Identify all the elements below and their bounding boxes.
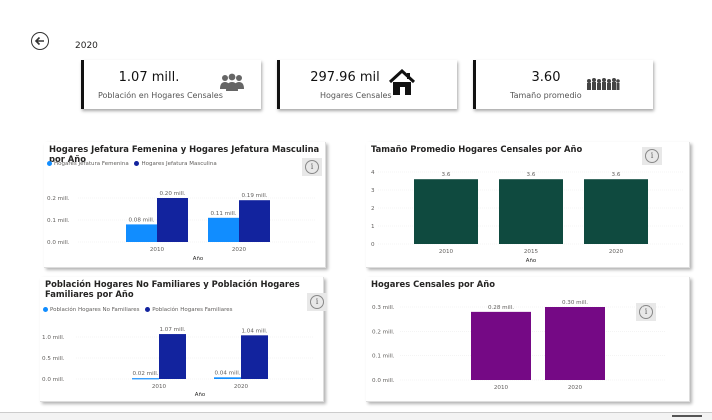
bar-chart: 0.0 mill. 0.1 mill. 0.2 mill. 0.3 mill. 0.28… xyxy=(372,300,666,391)
people-group-icon xyxy=(220,73,244,91)
year-filter: 2020 xyxy=(75,41,98,51)
y-tick-label: 2 xyxy=(371,206,375,212)
data-label: 0.19 mill. xyxy=(241,193,267,199)
data-label: 0.30 mill. xyxy=(562,300,588,306)
chart-card-poblacion: Población Hogares No Familiares y Poblac… xyxy=(40,277,327,402)
horizontal-scrollbar[interactable] xyxy=(0,412,712,420)
bar xyxy=(414,179,478,244)
x-tick-label: 2020 xyxy=(609,249,624,255)
bar xyxy=(471,311,531,380)
bar xyxy=(584,179,648,244)
y-tick-label: 3 xyxy=(371,188,375,194)
kpi-label: Hogares Censales xyxy=(320,91,392,100)
kpi-value: 1.07 mill. xyxy=(118,70,180,85)
kpi-label: Tamaño promedio xyxy=(510,91,582,100)
x-axis-title: Año xyxy=(195,392,205,398)
bar xyxy=(239,200,270,242)
y-tick-label: 0.2 mill. xyxy=(372,329,395,335)
x-tick-label: 2020 xyxy=(234,384,249,390)
y-tick-label: 0.0 mill. xyxy=(372,378,395,384)
x-tick-label: 2010 xyxy=(494,385,509,391)
chart-card-jefatura: Hogares Jefatura Femenina y Hogares Jefa… xyxy=(44,142,326,268)
data-label: 0.20 mill. xyxy=(159,191,185,197)
kpi-card-hogares: 297.96 mil Hogares Censales xyxy=(277,60,457,109)
data-label: 1.04 mill. xyxy=(241,328,267,334)
x-axis-title: Año xyxy=(526,258,536,264)
y-tick-label: 0 xyxy=(371,242,375,248)
chart-card-tamano: Tamaño Promedio Hogares Censales por Año… xyxy=(366,142,690,268)
arrow-left-icon xyxy=(34,36,44,46)
back-button[interactable] xyxy=(31,32,49,50)
y-tick-label: 0.5 mill. xyxy=(42,356,65,362)
x-axis-title: Año xyxy=(193,256,203,262)
y-tick-label: 0.1 mill. xyxy=(372,354,395,360)
y-tick-label: 1 xyxy=(371,224,375,230)
x-tick-label: 2020 xyxy=(232,247,247,253)
data-label: 3.6 xyxy=(612,172,621,178)
bar-chart: 0.0 mill. 0.1 mill. 0.2 mill. 0.08 mill. 0.2… xyxy=(47,191,316,262)
bar-chart: 0 1 2 3 4 3.6 2010 3.6 2015 3.6 2020 Año xyxy=(371,170,684,264)
data-label: 0.08 mill. xyxy=(128,217,154,223)
x-tick-label: 2020 xyxy=(568,385,583,391)
bar xyxy=(499,179,563,244)
data-label: 1.07 mill. xyxy=(159,327,185,333)
chart-card-hogares: Hogares Censales por Año i 0.0 mill. 0.1 … xyxy=(366,277,690,402)
house-icon xyxy=(388,69,416,95)
bar-chart: 0.0 mill. 0.5 mill. 1.0 mill. 0.02 mill. 1.0… xyxy=(42,327,314,398)
scroll-thumb[interactable] xyxy=(672,415,702,417)
data-label: 0.11 mill. xyxy=(210,211,236,217)
data-label: 3.6 xyxy=(442,172,451,178)
y-tick-label: 4 xyxy=(371,170,375,176)
data-label: 0.04 mill. xyxy=(214,370,240,376)
bar xyxy=(159,334,186,379)
y-tick-label: 1.0 mill. xyxy=(42,335,65,341)
y-tick-label: 0.1 mill. xyxy=(47,218,70,224)
bar xyxy=(545,307,605,380)
y-tick-label: 0.0 mill. xyxy=(42,377,65,383)
data-label: 0.02 mill. xyxy=(132,371,158,377)
crowd-icon xyxy=(587,78,620,90)
y-tick-label: 0.2 mill. xyxy=(47,196,70,202)
x-tick-label: 2010 xyxy=(152,384,167,390)
data-label: 0.28 mill. xyxy=(488,305,514,311)
bar xyxy=(241,335,268,379)
bar xyxy=(214,377,241,379)
y-tick-label: 0.0 mill. xyxy=(47,240,70,246)
kpi-card-tamano: 3.60 Tamaño promedio xyxy=(473,60,653,109)
kpi-label: Población en Hogares Censales xyxy=(98,91,223,100)
bar xyxy=(157,198,188,242)
data-label: 3.6 xyxy=(527,172,536,178)
y-tick-label: 0.3 mill. xyxy=(372,305,395,311)
bar xyxy=(132,378,159,380)
bar xyxy=(208,217,239,242)
bar xyxy=(126,224,157,242)
kpi-card-poblacion: 1.07 mill. Población en Hogares Censales xyxy=(81,60,261,109)
x-tick-label: 2015 xyxy=(524,249,539,255)
x-tick-label: 2010 xyxy=(439,249,454,255)
x-tick-label: 2010 xyxy=(150,247,165,253)
